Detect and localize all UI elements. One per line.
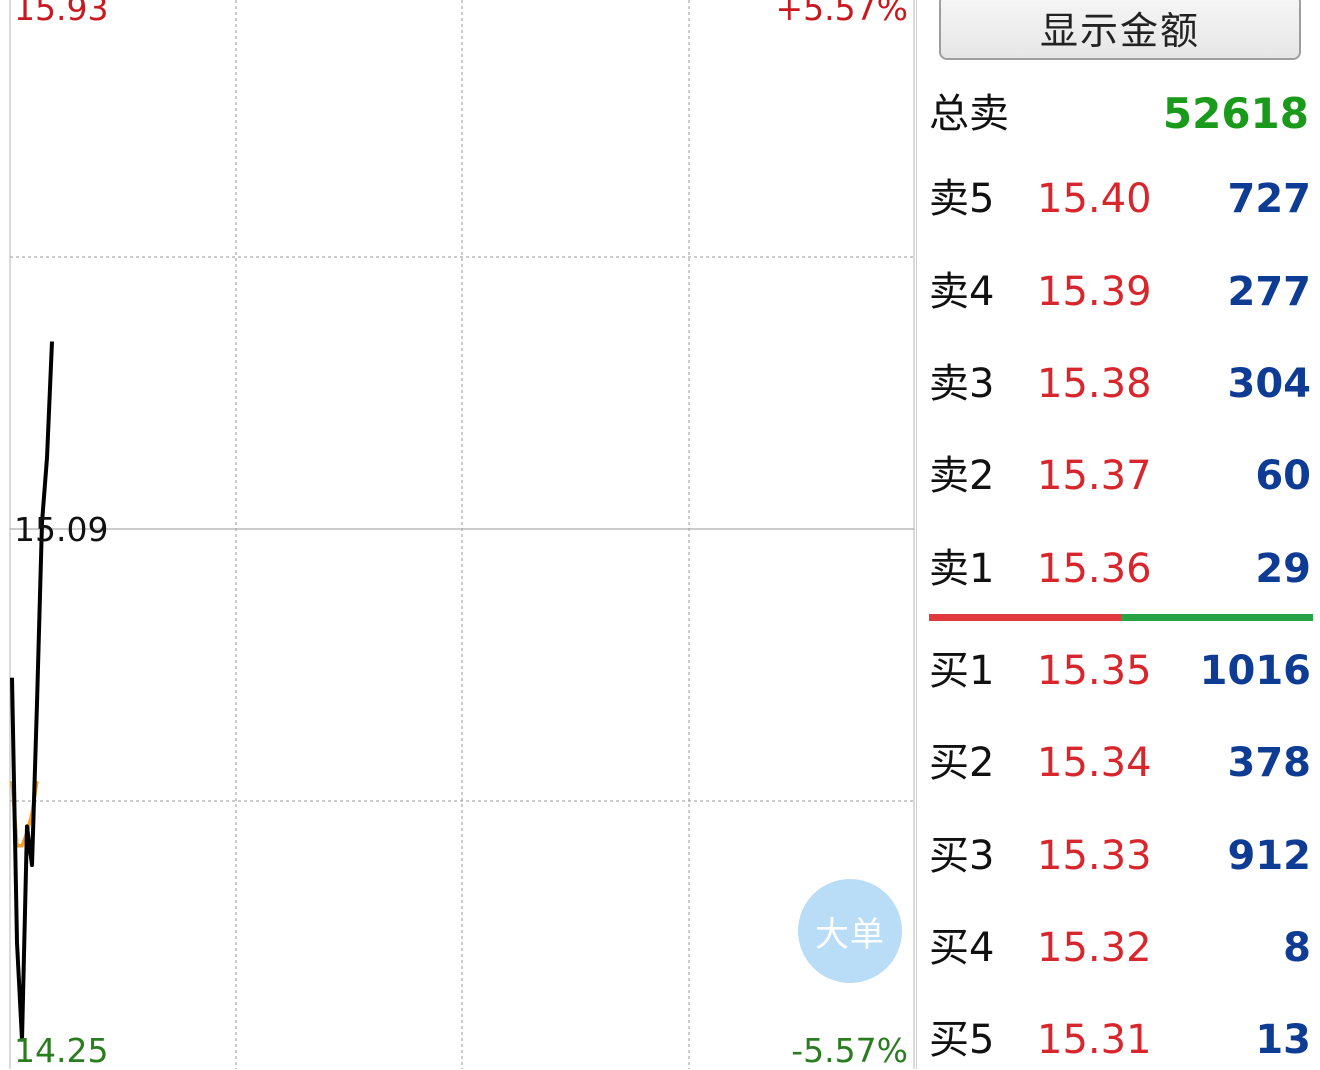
price-high-label: 15.93 xyxy=(14,0,109,28)
price-line xyxy=(10,341,54,1042)
buy-price: 15.33 xyxy=(1037,833,1152,879)
pct-high-label: +5.57% xyxy=(775,0,908,28)
buy-volume: 912 xyxy=(1227,833,1312,879)
chart-grid xyxy=(9,0,915,1069)
sell-row-5[interactable]: 卖5 15.40 727 xyxy=(929,169,1315,229)
total-sell-value: 52618 xyxy=(1162,89,1309,138)
price-low-label: 14.25 xyxy=(14,1031,109,1070)
buy-level-label: 买1 xyxy=(929,648,995,694)
sell-level-label: 卖5 xyxy=(929,176,995,222)
sell-volume: 304 xyxy=(1227,361,1312,407)
chart-lines xyxy=(10,341,54,1042)
buy-row-3[interactable]: 买3 15.33 912 xyxy=(929,826,1315,886)
sell-ratio-segment xyxy=(929,614,1121,621)
sell-level-label: 卖1 xyxy=(929,546,995,592)
order-book-panel: 显示金额 总卖 52618 卖5 15.40 727 卖4 15.39 277 … xyxy=(916,0,1320,1069)
sell-volume: 29 xyxy=(1255,546,1311,592)
price-mid-label: 15.09 xyxy=(14,510,109,549)
buy-volume: 8 xyxy=(1283,925,1311,971)
total-sell-label: 总卖 xyxy=(929,91,1009,137)
buy-level-label: 买2 xyxy=(929,740,995,786)
sell-level-label: 卖3 xyxy=(929,361,995,407)
show-amount-button[interactable]: 显示金额 xyxy=(939,0,1301,60)
sell-price: 15.38 xyxy=(1037,361,1152,407)
buy-ratio-segment xyxy=(1121,614,1313,621)
sell-price: 15.40 xyxy=(1037,176,1152,222)
buy-price: 15.34 xyxy=(1037,740,1152,786)
buy-row-4[interactable]: 买4 15.32 8 xyxy=(929,918,1315,978)
buy-level-label: 买4 xyxy=(929,925,995,971)
total-sell-row: 总卖 52618 xyxy=(929,84,1315,144)
sell-row-2[interactable]: 卖2 15.37 60 xyxy=(929,446,1315,506)
sell-level-label: 卖2 xyxy=(929,453,995,499)
sell-volume: 277 xyxy=(1227,269,1312,315)
buy-volume: 13 xyxy=(1255,1017,1311,1063)
intraday-chart[interactable]: 15.93 +5.57% 15.09 14.25 -5.57% 大单 xyxy=(0,0,916,1069)
buy-price: 15.35 xyxy=(1037,648,1152,694)
buy-row-2[interactable]: 买2 15.34 378 xyxy=(929,733,1315,793)
sell-level-label: 卖4 xyxy=(929,269,995,315)
sell-price: 15.37 xyxy=(1037,453,1152,499)
chart-canvas xyxy=(9,0,915,1069)
buy-level-label: 买5 xyxy=(929,1017,995,1063)
buy-row-1[interactable]: 买1 15.35 1016 xyxy=(929,641,1315,701)
big-order-button[interactable]: 大单 xyxy=(798,879,902,983)
sell-price: 15.36 xyxy=(1037,546,1152,592)
buy-price: 15.32 xyxy=(1037,925,1152,971)
sell-volume: 60 xyxy=(1255,453,1311,499)
sell-row-1[interactable]: 卖1 15.36 29 xyxy=(929,539,1315,599)
sell-row-4[interactable]: 卖4 15.39 277 xyxy=(929,262,1315,322)
buy-volume: 378 xyxy=(1227,740,1312,786)
pct-low-label: -5.57% xyxy=(791,1031,908,1070)
buy-row-5[interactable]: 买5 15.31 13 xyxy=(929,1010,1315,1070)
buy-volume: 1016 xyxy=(1199,648,1311,694)
sell-volume: 727 xyxy=(1227,176,1312,222)
buy-price: 15.31 xyxy=(1037,1017,1152,1063)
sell-buy-ratio-bar xyxy=(929,614,1313,621)
sell-row-3[interactable]: 卖3 15.38 304 xyxy=(929,354,1315,414)
sell-price: 15.39 xyxy=(1037,269,1152,315)
buy-level-label: 买3 xyxy=(929,833,995,879)
